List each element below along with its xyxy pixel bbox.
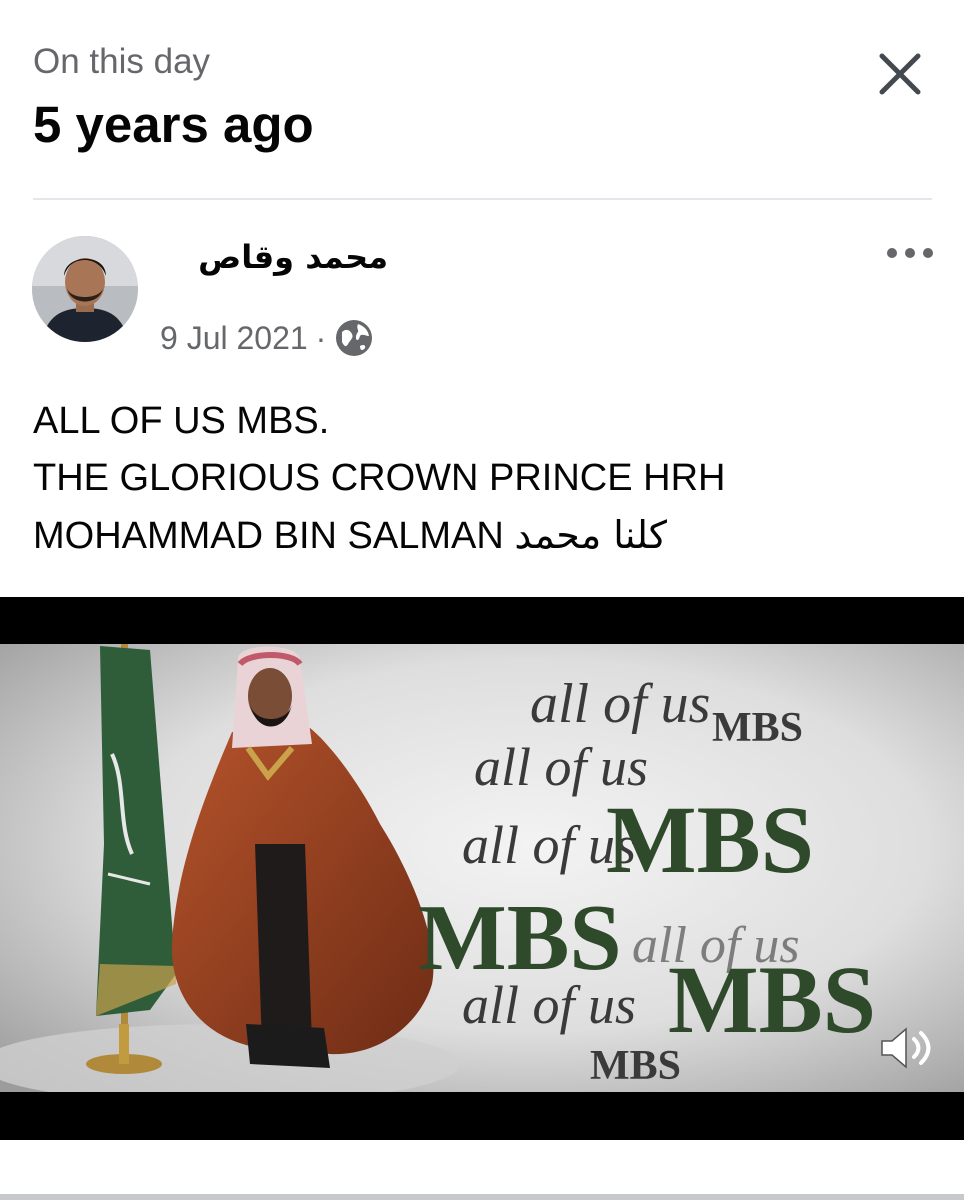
memory-header-title: 5 years ago — [33, 96, 314, 153]
post-text-line: THE GLORIOUS CROWN PRINCE HRH — [33, 457, 726, 499]
avatar-image — [32, 236, 138, 342]
post-author-name[interactable]: محمد وقاص — [160, 238, 388, 276]
overlay-text: all of us — [462, 975, 637, 1035]
video-frame: all of us MBS all of us all of us MBS MB… — [0, 644, 964, 1092]
overlay-text: MBS — [668, 946, 877, 1053]
bottom-scroll-bar — [0, 1194, 964, 1200]
post-text-line-latin: MOHAMMAD BIN SALMAN — [33, 515, 504, 557]
post-video[interactable]: all of us MBS all of us all of us MBS MB… — [0, 597, 964, 1140]
memory-header-subtitle: On this day — [33, 42, 211, 81]
globe-icon — [334, 318, 374, 358]
volume-icon — [881, 1027, 931, 1069]
close-icon — [879, 53, 921, 95]
avatar[interactable] — [32, 236, 138, 342]
post-text-arabic: كلنا محمد — [514, 513, 667, 557]
overlay-text: MBS — [606, 786, 815, 893]
meta-separator: · — [315, 319, 327, 356]
post-meta: 9 Jul 2021 · — [160, 318, 374, 358]
overlay-text: all of us — [530, 673, 711, 735]
post-text-line: ALL OF US MBS. — [33, 400, 330, 442]
post-text-line: MOHAMMAD BIN SALMAN كلنا محمد — [33, 507, 933, 565]
overlay-text: MBS — [712, 705, 804, 751]
overlay-text: MBS — [590, 1043, 682, 1089]
header-divider — [33, 198, 932, 200]
post-date[interactable]: 9 Jul 2021 — [160, 320, 308, 357]
more-options-icon — [887, 248, 933, 258]
close-button[interactable] — [872, 46, 928, 102]
volume-button[interactable] — [876, 1023, 936, 1073]
more-options-button[interactable] — [880, 238, 940, 268]
post-text: ALL OF US MBS. THE GLORIOUS CROWN PRINCE… — [33, 393, 933, 565]
